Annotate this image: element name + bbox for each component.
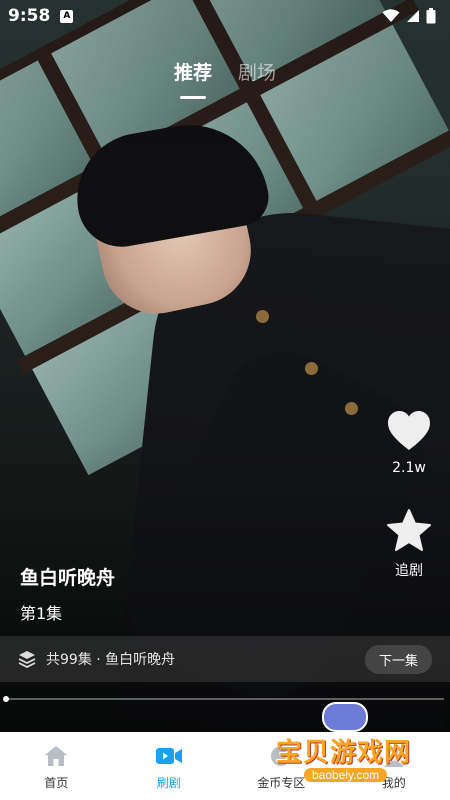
battery-icon [426,8,436,24]
star-icon [387,509,431,551]
heart-icon [388,411,430,450]
watermark-url: baobeiy.com [304,768,388,782]
layers-icon [18,651,36,668]
tab-theater[interactable]: 剧场 [238,58,276,93]
series-info: 共99集 · 鱼白听晚舟 [46,652,176,668]
tab-recommend[interactable]: 推荐 [174,58,212,93]
watermark-text: 宝贝游戏网 [276,738,412,768]
follow-drama-button[interactable]: 追剧 [384,508,434,580]
status-time: 9:58 [8,6,51,26]
app-notification-icon: A [60,9,74,23]
wifi-icon [382,9,400,22]
next-episode-button[interactable]: 下一集 [364,644,432,674]
drama-title[interactable]: 鱼白听晚舟 [20,563,115,590]
gamepad-icon [322,702,368,732]
like-button[interactable]: 2.1w [384,410,434,476]
follow-label: 追剧 [395,563,423,579]
home-icon [45,745,68,766]
watermark: 宝贝游戏网 baobeiy.com [276,702,436,798]
status-bar: 9:58 A [0,0,450,32]
episode-label: 第1集 [20,604,63,623]
video-icon [155,747,182,764]
playback-progress[interactable] [3,696,444,702]
series-bar[interactable]: 共99集 · 鱼白听晚舟 下一集 [0,636,450,682]
nav-drama[interactable]: 刷剧 [124,742,214,791]
like-count: 2.1w [392,460,426,476]
video-vignette [0,0,450,732]
video-player[interactable] [0,0,450,732]
signal-icon [407,10,419,22]
nav-home-label: 首页 [44,775,69,790]
nav-drama-label: 刷剧 [156,775,181,790]
nav-home[interactable]: 首页 [11,742,101,791]
progress-knob[interactable] [3,696,9,702]
top-tabs: 推荐 剧场 [0,58,450,93]
